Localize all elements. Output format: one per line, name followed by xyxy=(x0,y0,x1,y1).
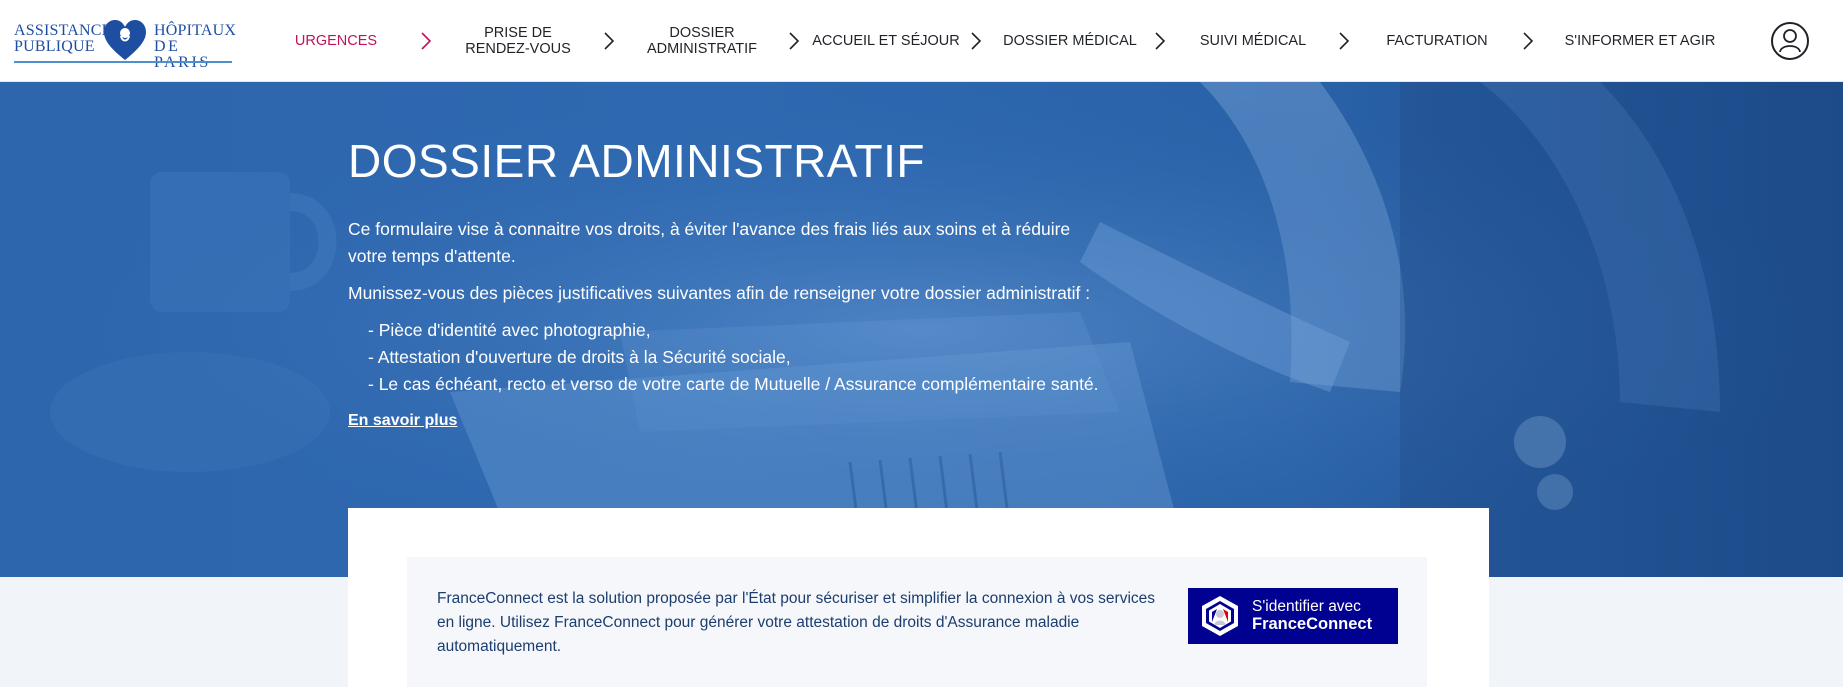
chevron-right-icon xyxy=(1339,32,1350,50)
nav-item-suivi-medical[interactable]: SUIVI MÉDICAL xyxy=(1190,0,1316,82)
nav-item-s-informer-et-agir[interactable]: S'INFORMER ET AGIR xyxy=(1560,0,1720,82)
required-documents-list: - Pièce d'identité avec photographie, - … xyxy=(368,317,1248,398)
main-nav: URGENCES PRISE DE RENDEZ-VOUS DOSSIER AD… xyxy=(0,0,1843,82)
learn-more-link[interactable]: En savoir plus xyxy=(348,412,457,430)
chevron-right-icon xyxy=(1155,32,1166,50)
nav-item-dossier-administratif[interactable]: DOSSIER ADMINISTRATIF xyxy=(640,0,764,82)
franceconnect-card: FranceConnect est la solution proposée p… xyxy=(348,508,1489,687)
nav-item-facturation[interactable]: FACTURATION xyxy=(1380,0,1494,82)
hero-intro-text: Ce formulaire vise à connaitre vos droit… xyxy=(348,219,1071,266)
franceconnect-login-button[interactable]: S'identifier avec FranceConnect xyxy=(1188,588,1398,644)
site-header: ASSISTANCE PUBLIQUE HÔPITAUX DE PARIS UR… xyxy=(0,0,1843,82)
chevron-right-icon xyxy=(789,32,800,50)
chevron-right-icon xyxy=(604,32,615,50)
hero-documents-text: Munissez-vous des pièces justificatives … xyxy=(348,283,1091,303)
nav-item-dossier-medical[interactable]: DOSSIER MÉDICAL xyxy=(1000,0,1140,82)
franceconnect-button-line2: FranceConnect xyxy=(1252,615,1373,633)
list-item: - Attestation d'ouverture de droits à la… xyxy=(368,347,791,367)
user-icon xyxy=(1779,29,1801,53)
page-title: DOSSIER ADMINISTRATIF xyxy=(348,135,926,187)
chevron-right-icon xyxy=(421,32,432,50)
chevron-right-icon xyxy=(1523,32,1534,50)
nav-item-urgences[interactable]: URGENCES xyxy=(286,0,386,82)
account-button[interactable] xyxy=(1771,22,1809,60)
franceconnect-icon xyxy=(1202,596,1238,636)
franceconnect-description: FranceConnect est la solution proposée p… xyxy=(437,590,1156,655)
nav-item-accueil-et-sejour[interactable]: ACCUEIL ET SÉJOUR xyxy=(812,0,960,82)
list-item: - Pièce d'identité avec photographie, xyxy=(368,320,651,340)
franceconnect-box: FranceConnect est la solution proposée p… xyxy=(407,557,1427,687)
hero-content: DOSSIER ADMINISTRATIF Ce formulaire vise… xyxy=(348,134,1248,430)
list-item: - Le cas échéant, recto et verso de votr… xyxy=(368,374,1099,394)
nav-item-prise-de-rendez-vous[interactable]: PRISE DE RENDEZ-VOUS xyxy=(458,0,578,82)
chevron-right-icon xyxy=(971,32,982,50)
franceconnect-button-line1: S'identifier avec xyxy=(1252,598,1361,615)
hero-banner: DOSSIER ADMINISTRATIF Ce formulaire vise… xyxy=(0,82,1843,577)
